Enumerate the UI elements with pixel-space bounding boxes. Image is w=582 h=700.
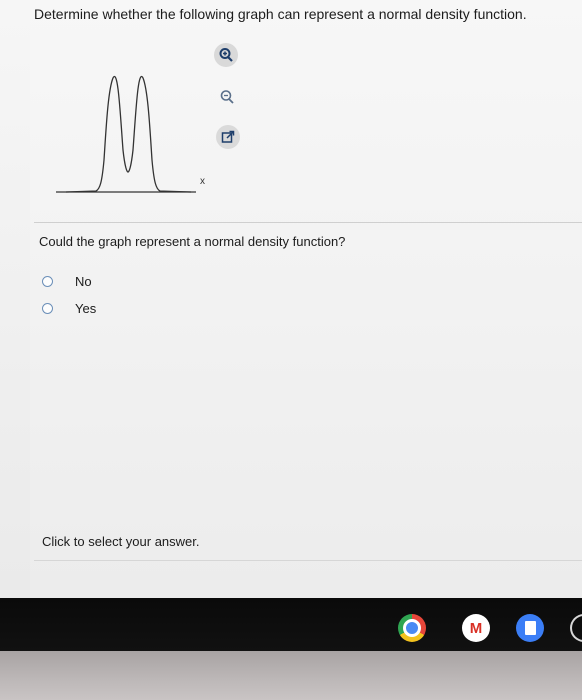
zoom-out-icon[interactable] — [215, 85, 239, 109]
density-graph-svg — [56, 75, 196, 193]
shelf-taskbar — [0, 598, 582, 651]
section-divider — [34, 222, 582, 223]
chrome-icon[interactable] — [398, 614, 426, 642]
radio-yes[interactable] — [42, 302, 53, 314]
bimodal-curve — [65, 75, 192, 193]
x-axis-label: x — [200, 176, 205, 187]
density-graph — [56, 70, 216, 200]
gmail-glyph: M — [469, 619, 483, 637]
radio-no[interactable] — [42, 275, 53, 287]
question-prompt: Could the graph represent a normal densi… — [39, 234, 346, 249]
option-no[interactable]: No — [42, 271, 92, 291]
option-yes[interactable]: Yes — [42, 298, 96, 318]
device-bezel — [0, 651, 582, 700]
gmail-icon[interactable]: M — [462, 614, 490, 642]
footer-divider — [34, 560, 582, 561]
popout-icon[interactable] — [216, 125, 240, 149]
question-title: Determine whether the following graph ca… — [34, 6, 527, 22]
left-margin — [0, 0, 30, 598]
option-yes-label[interactable]: Yes — [75, 301, 96, 316]
docs-icon[interactable] — [516, 614, 544, 642]
option-no-label[interactable]: No — [75, 274, 92, 289]
instruction-text: Click to select your answer. — [42, 534, 200, 549]
screen: Determine whether the following graph ca… — [0, 0, 582, 700]
zoom-in-icon[interactable] — [214, 43, 238, 67]
